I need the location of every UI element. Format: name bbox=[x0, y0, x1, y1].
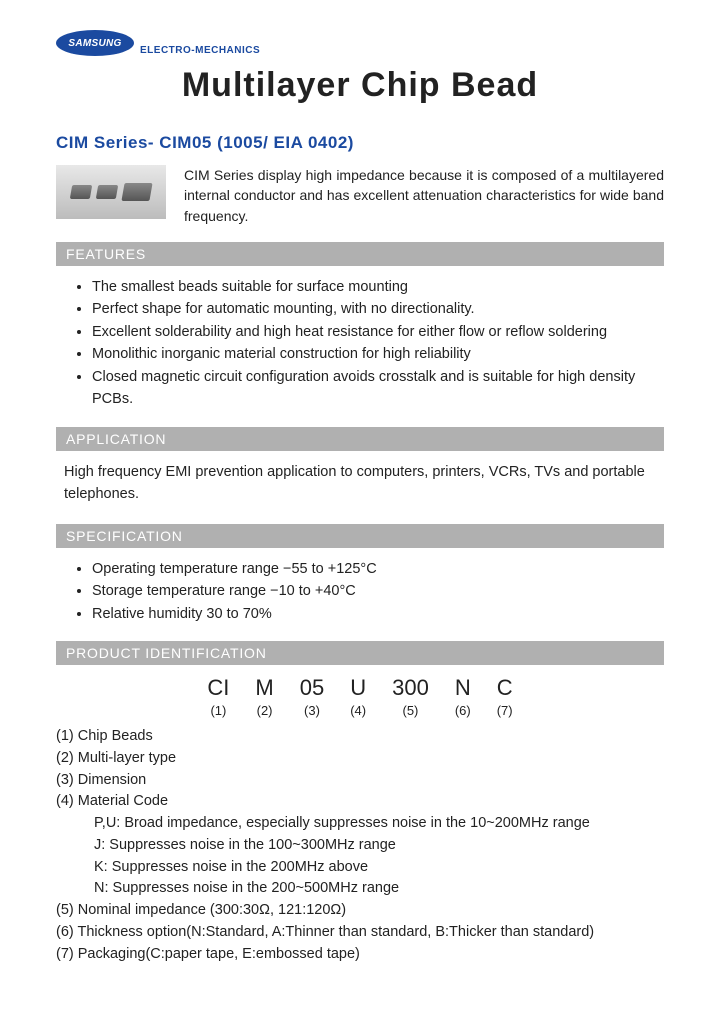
features-list: The smallest beads suitable for surface … bbox=[56, 276, 664, 411]
code-segment: N (6) bbox=[455, 675, 471, 718]
code-big: U bbox=[350, 675, 366, 701]
code-segment: C (7) bbox=[497, 675, 513, 718]
product-code-row: CI(1) M(2) 05(3) U(4) 300(5) N(6) C(7) bbox=[56, 675, 664, 718]
section-header-features: FEATURES bbox=[56, 242, 664, 266]
page-title: Multilayer Chip Bead bbox=[56, 66, 664, 105]
code-index: (6) bbox=[455, 703, 471, 718]
legend-line: (2) Multi-layer type bbox=[56, 748, 664, 770]
code-segment: M (2) bbox=[255, 675, 273, 718]
chip-icon bbox=[70, 185, 92, 199]
product-photo bbox=[56, 165, 166, 219]
legend-line: J: Suppresses noise in the 100~300MHz ra… bbox=[56, 835, 664, 857]
section-header-product-id: PRODUCT IDENTIFICATION bbox=[56, 641, 664, 665]
code-segment: 05(3) bbox=[300, 675, 324, 718]
logo: SAMSUNG ELECTRO-MECHANICS bbox=[56, 30, 664, 56]
code-big: CI bbox=[207, 675, 229, 701]
application-text: High frequency EMI prevention applicatio… bbox=[64, 461, 664, 506]
brand-logo-icon: SAMSUNG bbox=[56, 30, 134, 56]
legend-line: P,U: Broad impedance, especially suppres… bbox=[56, 813, 664, 835]
list-item: The smallest beads suitable for surface … bbox=[92, 276, 664, 298]
code-index: (7) bbox=[497, 703, 513, 718]
legend-line: N: Suppresses noise in the 200~500MHz ra… bbox=[56, 878, 664, 900]
series-subtitle: CIM Series- CIM05 (1005/ EIA 0402) bbox=[56, 133, 664, 153]
brand-division: ELECTRO-MECHANICS bbox=[140, 45, 260, 56]
code-big: M bbox=[255, 675, 273, 701]
legend-line: K: Suppresses noise in the 200MHz above bbox=[56, 857, 664, 879]
list-item: Monolithic inorganic material constructi… bbox=[92, 343, 664, 365]
code-segment: U (4) bbox=[350, 675, 366, 718]
intro-paragraph: CIM Series display high impedance becaus… bbox=[184, 165, 664, 226]
legend-line: (4) Material Code bbox=[56, 791, 664, 813]
code-segment: 300(5) bbox=[392, 675, 429, 718]
list-item: Storage temperature range −10 to +40°C bbox=[92, 580, 664, 602]
specification-list: Operating temperature range −55 to +125°… bbox=[56, 558, 664, 625]
code-big: N bbox=[455, 675, 471, 701]
code-big: 300 bbox=[392, 675, 429, 701]
code-big: C bbox=[497, 675, 513, 701]
list-item: Closed magnetic circuit configuration av… bbox=[92, 366, 664, 411]
legend-line: (5) Nominal impedance (300:30Ω, 121:120Ω… bbox=[56, 900, 664, 922]
code-index: (1) bbox=[207, 703, 229, 718]
list-item: Excellent solderability and high heat re… bbox=[92, 321, 664, 343]
list-item: Operating temperature range −55 to +125°… bbox=[92, 558, 664, 580]
code-index: (3) bbox=[300, 703, 324, 718]
chip-icon bbox=[96, 185, 118, 199]
code-index: (2) bbox=[255, 703, 273, 718]
code-index: (5) bbox=[392, 703, 429, 718]
legend-line: (3) Dimension bbox=[56, 770, 664, 792]
code-segment: CI (1) bbox=[207, 675, 229, 718]
product-id-legend: (1) Chip Beads(2) Multi-layer type(3) Di… bbox=[56, 726, 664, 965]
code-index: (4) bbox=[350, 703, 366, 718]
section-header-specification: SPECIFICATION bbox=[56, 524, 664, 548]
list-item: Relative humidity 30 to 70% bbox=[92, 603, 664, 625]
section-header-application: APPLICATION bbox=[56, 427, 664, 451]
legend-line: (6) Thickness option(N:Standard, A:Thinn… bbox=[56, 922, 664, 944]
legend-line: (7) Packaging(C:paper tape, E:embossed t… bbox=[56, 944, 664, 966]
legend-line: (1) Chip Beads bbox=[56, 726, 664, 748]
code-big: 05 bbox=[300, 675, 324, 701]
chip-icon bbox=[121, 183, 152, 201]
list-item: Perfect shape for automatic mounting, wi… bbox=[92, 298, 664, 320]
